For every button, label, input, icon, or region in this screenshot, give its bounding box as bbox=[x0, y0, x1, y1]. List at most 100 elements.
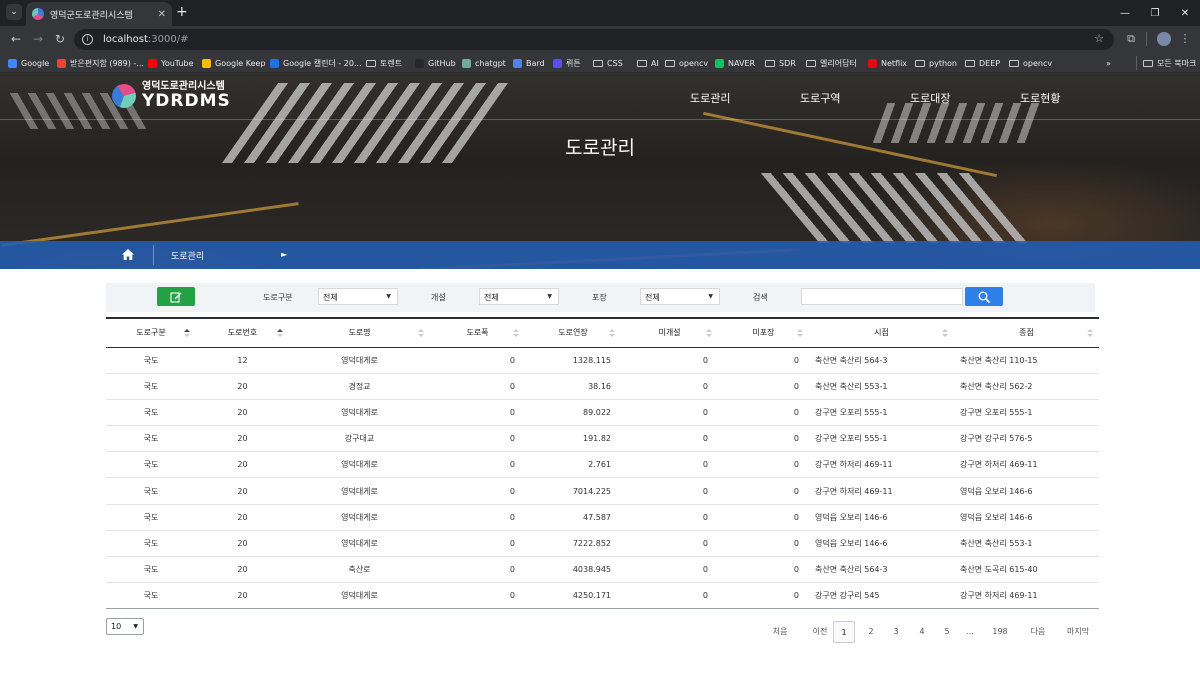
paving-select[interactable]: 전체 ▼ bbox=[640, 288, 720, 305]
sort-icon[interactable] bbox=[1087, 329, 1093, 338]
column-header-unopened[interactable]: 미개설 bbox=[621, 318, 718, 347]
sort-icon[interactable] bbox=[418, 329, 424, 338]
edit-button[interactable] bbox=[157, 287, 195, 306]
page-link[interactable]: 2 bbox=[864, 621, 878, 643]
site-logo[interactable]: 영덕도로관리시스템 YDRDMS bbox=[112, 81, 231, 110]
sort-icon[interactable] bbox=[942, 329, 948, 338]
sort-icon[interactable] bbox=[513, 329, 519, 338]
minimize-icon[interactable]: — bbox=[1110, 0, 1140, 26]
nav-road-ledger[interactable]: 도로대장 bbox=[910, 90, 950, 106]
nav-road-management[interactable]: 도로관리 bbox=[690, 90, 730, 106]
table-row[interactable]: 국도 20 영덕대게로 0 2.761 0 0 강구면 하저리 469-11 강구면 하저리 4… bbox=[106, 451, 1099, 479]
column-header-road-name[interactable]: 도로명 bbox=[289, 318, 430, 347]
page-link[interactable]: 다음 bbox=[1023, 621, 1053, 643]
column-header-end-point[interactable]: 종점 bbox=[954, 318, 1099, 347]
tab-search-icon[interactable]: ⌄ bbox=[6, 4, 22, 20]
chevron-right-icon[interactable]: ► bbox=[281, 250, 287, 259]
page-link[interactable]: 5 bbox=[940, 621, 954, 643]
bookmark-item[interactable]: DEEP bbox=[965, 56, 1000, 70]
bookmark-item[interactable]: Netflix bbox=[868, 56, 907, 70]
back-icon[interactable]: ← bbox=[8, 31, 24, 47]
extensions-icon[interactable]: ⧉ bbox=[1124, 32, 1138, 46]
sort-icon[interactable] bbox=[277, 329, 283, 338]
bookmark-item[interactable]: Google bbox=[8, 56, 49, 70]
open-select[interactable]: 전체 ▼ bbox=[479, 288, 559, 305]
browser-tab[interactable]: 영덕군도로관리시스템 ✕ bbox=[26, 2, 172, 26]
page-size-select[interactable]: 10 ▼ bbox=[106, 618, 144, 635]
road-type-select[interactable]: 전체 ▼ bbox=[318, 288, 398, 305]
bookmark-item[interactable]: NAVER bbox=[715, 56, 755, 70]
bookmark-item[interactable]: 토렌트 bbox=[366, 56, 402, 70]
column-header-road-type[interactable]: 도로구분 bbox=[106, 318, 196, 347]
bookmark-item[interactable]: YouTube bbox=[148, 56, 194, 70]
bookmark-item[interactable]: Bard bbox=[513, 56, 545, 70]
bookmark-item[interactable]: 뤼튼 bbox=[553, 56, 581, 70]
table-row[interactable]: 국도 20 영덕대게로 0 4250.171 0 0 강구면 강구리 545 강구면 하저리 4… bbox=[106, 582, 1099, 610]
bookmark-item[interactable]: 받은편지함 (989) -... bbox=[57, 56, 144, 70]
reload-icon[interactable]: ↻ bbox=[52, 31, 68, 47]
tab-close-icon[interactable]: ✕ bbox=[158, 9, 166, 20]
column-header-road-width[interactable]: 도로폭 bbox=[430, 318, 525, 347]
bookmark-item[interactable]: 엘리어답터 bbox=[806, 56, 857, 70]
page-link[interactable]: 4 bbox=[915, 621, 929, 643]
road-number-cell: 20 bbox=[196, 373, 289, 400]
bookmark-item[interactable]: Google 캘린더 - 20... bbox=[270, 56, 362, 70]
table-row[interactable]: 국도 20 영덕대게로 0 89.022 0 0 강구면 오포리 555-1 강구면 오포리 5… bbox=[106, 399, 1099, 427]
bookmark-item[interactable]: python bbox=[915, 56, 957, 70]
table-row[interactable]: 국도 20 강구대교 0 191.82 0 0 강구면 오포리 555-1 강구면 강구리 57… bbox=[106, 425, 1099, 453]
road-length-cell: 47.587 bbox=[525, 504, 621, 531]
home-icon[interactable] bbox=[121, 248, 135, 261]
restore-icon[interactable]: ❐ bbox=[1140, 0, 1170, 26]
forward-icon[interactable]: → bbox=[30, 31, 46, 47]
bookmark-item[interactable]: SDR bbox=[765, 56, 796, 70]
bookmark-item[interactable]: CSS bbox=[593, 56, 623, 70]
bookmark-item[interactable]: Google Keep bbox=[202, 56, 266, 70]
all-bookmarks-folder[interactable]: 모든 북마크 bbox=[1136, 56, 1196, 70]
column-header-road-number[interactable]: 도로번호 bbox=[196, 318, 289, 347]
column-header-start-point[interactable]: 시점 bbox=[809, 318, 954, 347]
profile-avatar-icon[interactable] bbox=[1157, 32, 1171, 46]
column-header-road-length[interactable]: 도로연장 bbox=[525, 318, 621, 347]
start-point-cell: 강구면 하저리 469-11 bbox=[809, 451, 954, 479]
sort-icon[interactable] bbox=[797, 329, 803, 338]
close-window-icon[interactable]: ✕ bbox=[1170, 0, 1200, 26]
new-tab-icon[interactable]: + bbox=[176, 4, 188, 20]
folder-icon bbox=[593, 59, 603, 67]
bookmark-item[interactable]: chatgpt bbox=[462, 56, 506, 70]
bookmark-item[interactable]: AI bbox=[637, 56, 659, 70]
page-link[interactable]: 1 bbox=[833, 621, 855, 643]
sort-icon[interactable] bbox=[706, 329, 712, 338]
breadcrumb-current[interactable]: 도로관리 bbox=[171, 249, 204, 262]
address-bar[interactable]: i localhost :3000/# ☆ bbox=[74, 29, 1114, 50]
page-link[interactable]: 198 bbox=[989, 621, 1011, 643]
table-header-row: 도로구분 도로번호 도로명 도로폭 도로연장 미개설 미포장 시점 종점 bbox=[106, 318, 1099, 347]
site-info-icon[interactable]: i bbox=[82, 34, 93, 45]
browser-menu-icon[interactable]: ⋮ bbox=[1178, 32, 1192, 46]
page-link[interactable]: 처음 bbox=[764, 621, 796, 643]
bookmark-label: python bbox=[929, 58, 957, 68]
table-row[interactable]: 국도 20 영덕대게로 0 7222.852 0 0 영덕읍 오보리 146-6 축산면 축산리… bbox=[106, 530, 1099, 558]
page-link[interactable]: 마지막 bbox=[1060, 621, 1096, 643]
table-row[interactable]: 국도 20 경정교 0 38.16 0 0 축산면 축산리 553-1 축산면 축산리 562-… bbox=[106, 373, 1099, 400]
table-row[interactable]: 국도 20 축산로 0 4038.945 0 0 축산면 축산리 564-3 축산면 도곡리 6… bbox=[106, 556, 1099, 584]
road-name-cell: 영덕대게로 bbox=[289, 399, 430, 427]
bookmark-favicon-icon bbox=[513, 58, 522, 68]
bookmark-item[interactable]: opencv bbox=[1009, 56, 1052, 70]
search-button[interactable] bbox=[965, 287, 1003, 306]
nav-road-status[interactable]: 도로현황 bbox=[1020, 90, 1060, 106]
search-input[interactable] bbox=[801, 288, 963, 305]
sort-icon[interactable] bbox=[609, 329, 615, 338]
bookmark-label: Google 캘린더 - 20... bbox=[283, 58, 362, 68]
table-row[interactable]: 국도 12 영덕대게로 0 1328.115 0 0 축산면 축산리 564-3 축산면 축산리… bbox=[106, 347, 1099, 374]
bookmark-star-icon[interactable]: ☆ bbox=[1094, 32, 1104, 45]
page-link[interactable]: 3 bbox=[889, 621, 903, 643]
bookmarks-more-icon[interactable]: » bbox=[1106, 56, 1111, 70]
sort-icon[interactable] bbox=[184, 329, 190, 338]
bookmark-item[interactable]: opencv bbox=[665, 56, 708, 70]
bookmark-item[interactable]: GitHub bbox=[415, 56, 456, 70]
column-header-unpaved[interactable]: 미포장 bbox=[718, 318, 809, 347]
page-link[interactable]: 이전 bbox=[804, 621, 836, 643]
nav-road-zone[interactable]: 도로구역 bbox=[800, 90, 840, 106]
table-row[interactable]: 국도 20 영덕대게로 0 47.587 0 0 영덕읍 오보리 146-6 영덕읍 오보리 1… bbox=[106, 504, 1099, 531]
table-row[interactable]: 국도 20 영덕대게로 0 7014.225 0 0 강구면 하저리 469-11 영덕읍 오보… bbox=[106, 477, 1099, 505]
